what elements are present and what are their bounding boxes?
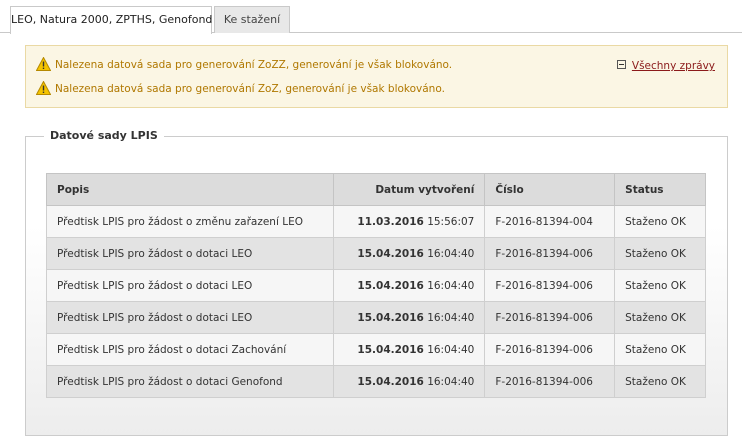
warning-message-text: Nalezena datová sada pro generování ZoZ,… [55, 83, 445, 95]
cell-status: Staženo OK [614, 269, 706, 302]
warning-icon [36, 57, 51, 71]
column-header-datum[interactable]: Datum vytvoření [332, 173, 486, 206]
cell-cislo: F-2016-81394-004 [484, 205, 616, 238]
cell-date: 15.04.2016 [357, 279, 424, 292]
cell-cislo: F-2016-81394-006 [484, 269, 616, 302]
all-messages-link[interactable]: Všechny zprávy [632, 60, 715, 72]
column-header-popis[interactable]: Popis [46, 173, 334, 206]
lpis-datasets-table: Popis Datum vytvoření Číslo Status Předt… [46, 173, 706, 398]
table-row[interactable]: Předtisk LPIS pro žádost o dotaci Genofo… [46, 365, 706, 398]
cell-time: 16:04:40 [427, 247, 475, 260]
cell-status: Staženo OK [614, 333, 706, 366]
cell-popis: Předtisk LPIS pro žádost o dotaci Genofo… [46, 365, 334, 398]
table-header-row: Popis Datum vytvoření Číslo Status [46, 173, 706, 206]
warning-message-text: Nalezena datová sada pro generování ZoZZ… [55, 59, 453, 71]
cell-time: 16:04:40 [427, 343, 475, 356]
collapse-icon[interactable] [616, 60, 626, 69]
cell-datum: 15.04.2016 16:04:40 [332, 365, 486, 398]
cell-popis: Předtisk LPIS pro žádost o dotaci LEO [46, 301, 334, 334]
cell-cislo: F-2016-81394-006 [484, 333, 616, 366]
cell-time: 16:04:40 [427, 375, 475, 388]
tab-bar: LEO, Natura 2000, ZPTHS, Genofond Ke sta… [0, 0, 742, 34]
cell-time: 16:04:40 [427, 311, 475, 324]
cell-datum: 15.04.2016 16:04:40 [332, 237, 486, 270]
warning-message: Nalezena datová sada pro generování ZoZZ… [36, 57, 452, 73]
column-header-cislo[interactable]: Číslo [484, 173, 616, 206]
cell-popis: Předtisk LPIS pro žádost o dotaci Zachov… [46, 333, 334, 366]
cell-cislo: F-2016-81394-006 [484, 301, 616, 334]
cell-date: 15.04.2016 [357, 375, 424, 388]
cell-status: Staženo OK [614, 237, 706, 270]
cell-popis: Předtisk LPIS pro žádost o dotaci LEO [46, 237, 334, 270]
tab-ke-stazeni[interactable]: Ke stažení [214, 6, 290, 33]
table-row[interactable]: Předtisk LPIS pro žádost o dotaci Zachov… [46, 333, 706, 366]
warning-message: Nalezena datová sada pro generování ZoZ,… [36, 81, 445, 97]
cell-popis: Předtisk LPIS pro žádost o dotaci LEO [46, 269, 334, 302]
table-row[interactable]: Předtisk LPIS pro žádost o dotaci LEO 15… [46, 269, 706, 302]
lpis-datasets-section: Datové sady LPIS Popis Datum vytvoření Č… [25, 129, 728, 436]
cell-status: Staženo OK [614, 205, 706, 238]
tab-leo-natura[interactable]: LEO, Natura 2000, ZPTHS, Genofond [10, 6, 212, 34]
cell-popis: Předtisk LPIS pro žádost o změnu zařazen… [46, 205, 334, 238]
all-messages-toggle[interactable]: Všechny zprávy [616, 58, 715, 74]
cell-time: 16:04:40 [427, 279, 475, 292]
cell-date: 15.04.2016 [357, 311, 424, 324]
section-legend: Datové sady LPIS [44, 129, 164, 143]
cell-datum: 15.04.2016 16:04:40 [332, 301, 486, 334]
cell-date: 11.03.2016 [357, 215, 424, 228]
cell-status: Staženo OK [614, 365, 706, 398]
cell-cislo: F-2016-81394-006 [484, 237, 616, 270]
column-header-status[interactable]: Status [614, 173, 706, 206]
warning-icon [36, 81, 51, 95]
cell-date: 15.04.2016 [357, 247, 424, 260]
cell-datum: 15.04.2016 16:04:40 [332, 269, 486, 302]
table-row[interactable]: Předtisk LPIS pro žádost o změnu zařazen… [46, 205, 706, 238]
messages-panel: Nalezena datová sada pro generování ZoZZ… [25, 45, 728, 108]
cell-cislo: F-2016-81394-006 [484, 365, 616, 398]
cell-datum: 11.03.2016 15:56:07 [332, 205, 486, 238]
cell-datum: 15.04.2016 16:04:40 [332, 333, 486, 366]
table-row[interactable]: Předtisk LPIS pro žádost o dotaci LEO 15… [46, 301, 706, 334]
cell-time: 15:56:07 [427, 215, 475, 228]
table-row[interactable]: Předtisk LPIS pro žádost o dotaci LEO 15… [46, 237, 706, 270]
cell-date: 15.04.2016 [357, 343, 424, 356]
cell-status: Staženo OK [614, 301, 706, 334]
